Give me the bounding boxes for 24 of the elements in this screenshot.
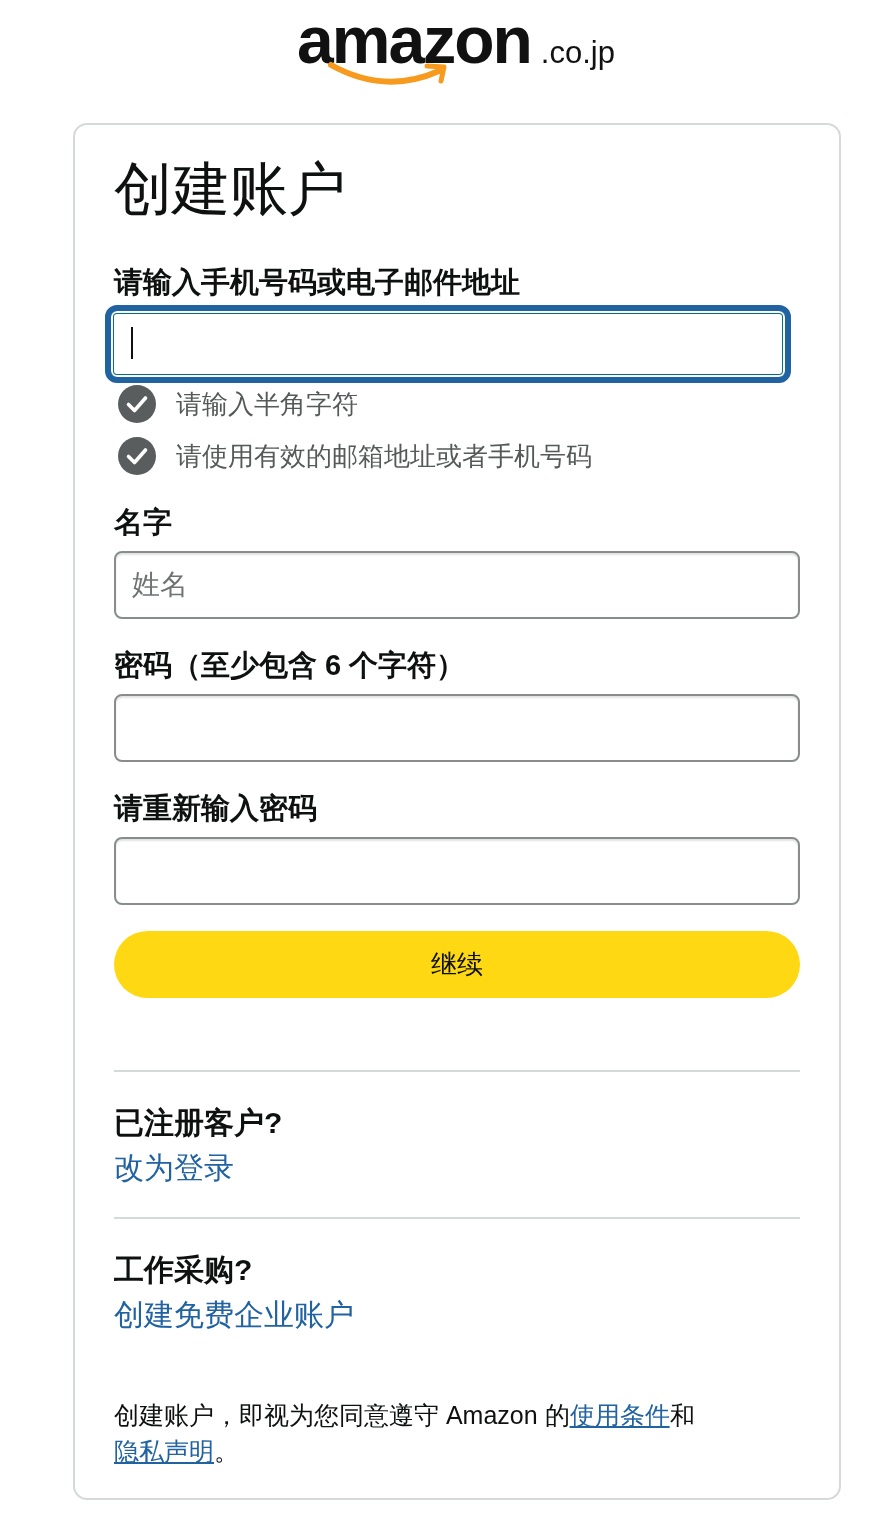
logo-domain: .co.jp (540, 37, 615, 68)
page-title: 创建账户 (114, 155, 347, 223)
legal-notice: 创建账户，即视为您同意遵守 Amazon 的使用条件和 隐私声明。 (114, 1400, 696, 1467)
check-circle-icon (118, 385, 156, 423)
section-heading: 工作采购? (114, 1252, 254, 1288)
field-label: 密码（至少包含 6 个字符） (114, 648, 467, 683)
legal-link[interactable]: 使用条件 (569, 1401, 670, 1429)
hint-text: 请输入半角字符 (176, 388, 358, 421)
input-field[interactable] (114, 694, 800, 762)
text-cursor-icon (131, 327, 133, 359)
check-circle-icon (118, 437, 156, 475)
continue-button[interactable]: 继续 (114, 931, 800, 998)
input-field[interactable]: 姓名 (114, 551, 800, 619)
text-link[interactable]: 创建免费企业账户 (114, 1295, 354, 1335)
section-heading: 已注册客户? (114, 1105, 284, 1141)
legal-link[interactable]: 隐私声明 (114, 1437, 214, 1465)
input-field[interactable] (105, 305, 791, 383)
logo-wordmark: amazon (297, 7, 531, 73)
input-field[interactable] (114, 837, 800, 905)
field-label: 名字 (114, 505, 173, 540)
field-label: 请重新输入密码 (114, 791, 318, 826)
field-label: 请输入手机号码或电子邮件地址 (114, 265, 521, 300)
text-link[interactable]: 改为登录 (114, 1148, 234, 1188)
hint-text: 请使用有效的邮箱地址或者手机号码 (176, 440, 592, 473)
